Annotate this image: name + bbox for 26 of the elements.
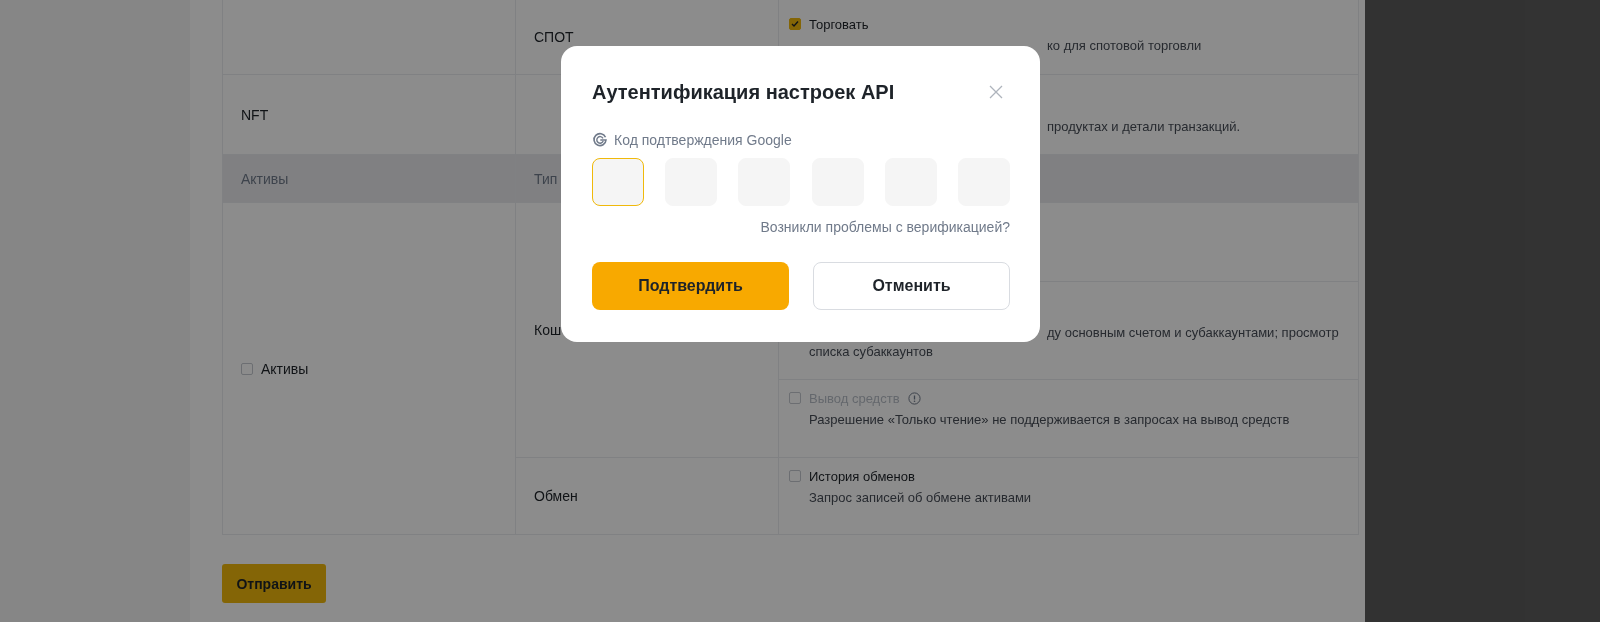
permission-description: ко для спотовой торговли: [1047, 37, 1203, 55]
table-cell-text: Обмен: [534, 487, 579, 506]
code-digit-field[interactable]: [592, 158, 644, 206]
permission-description: списка субаккаунтов: [809, 343, 934, 361]
permission-description: продуктах и детали транзакций.: [1047, 118, 1242, 136]
table-cell-text: NFT: [241, 105, 270, 125]
asset-label: Активы: [261, 359, 309, 379]
checkbox[interactable]: [789, 18, 801, 30]
permission-description: Разрешение «Только чтение» не поддерживается в запросах на вывод средств: [809, 411, 1291, 429]
code-label: Код подтверждения Google: [614, 132, 792, 148]
help-link[interactable]: Возникли проблемы с верификацией?: [760, 215, 1010, 239]
authenticator-icon: [592, 132, 608, 148]
cancel-button[interactable]: Отменить: [813, 262, 1010, 310]
permission-description: Запрос записей об обмене активами: [809, 489, 1033, 507]
column-header: Активы: [241, 169, 290, 189]
close-icon[interactable]: [989, 85, 1003, 99]
confirm-button[interactable]: Подтвердить: [592, 262, 789, 310]
permission-description: ду основным счетом и субаккаунтами; просмотр: [1047, 324, 1340, 342]
table-cell-text: СПОТ: [534, 28, 575, 47]
permission-label: История обменов: [809, 468, 915, 484]
dialog-title: Аутентификация настроек API: [592, 80, 895, 104]
permission-label: Торговать: [809, 16, 869, 32]
table-cell-text: Кош: [534, 321, 563, 340]
column-header: Тип: [534, 169, 559, 189]
checkbox[interactable]: [241, 362, 253, 375]
checkbox[interactable]: [789, 470, 801, 482]
